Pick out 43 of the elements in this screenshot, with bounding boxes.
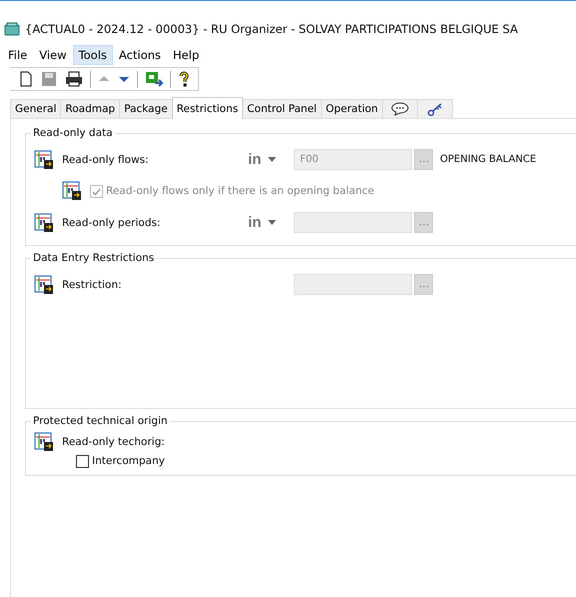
menu-item[interactable]: File [2, 45, 34, 65]
tab[interactable]: Roadmap [60, 99, 120, 118]
field-label: Restriction: [62, 278, 123, 290]
question-mark-icon [178, 71, 190, 87]
tab[interactable]: Restrictions [172, 97, 244, 119]
tab[interactable]: Control Panel [242, 99, 322, 118]
group-title: Protected technical origin [32, 415, 169, 427]
menu-item[interactable]: View [33, 45, 73, 65]
operator-dropdown[interactable]: in [248, 151, 276, 168]
key-tab[interactable] [416, 99, 453, 118]
operator-dropdown[interactable]: in [248, 214, 276, 231]
field-description: OPENING BALANCE [440, 154, 536, 165]
field-label: Read-only flows: [62, 154, 150, 166]
up-arrow-icon [98, 74, 110, 84]
down-arrow-icon [118, 74, 130, 84]
folder-icon [4, 22, 20, 36]
checkbox-label: Read-only flows only if there is an opening balance [106, 185, 374, 197]
page-icon [19, 71, 33, 87]
speech-bubble-tab[interactable] [382, 99, 418, 118]
group-title: Read-only data [32, 127, 114, 139]
checkbox-label: Intercompany [92, 455, 165, 467]
field-label: Read-only techorig: [62, 436, 165, 448]
key-icon [426, 102, 443, 116]
caret-icon [268, 220, 276, 225]
ellipsis-icon [418, 223, 428, 226]
ellipsis-icon [418, 285, 428, 288]
tab[interactable]: Operation [320, 99, 383, 118]
input-field[interactable] [294, 212, 412, 233]
ellipsis-icon [418, 160, 428, 163]
menu-item[interactable]: Tools [72, 45, 113, 65]
menu-item[interactable]: Help [166, 45, 206, 65]
caret-icon [268, 157, 276, 162]
menu-item[interactable]: Actions [112, 45, 167, 65]
printer-icon [65, 71, 83, 87]
checkbox[interactable] [76, 454, 89, 468]
transfer-icon [145, 71, 163, 87]
window-title: {ACTUAL0 - 2024.12 - 00003} - RU Organizer - SOLVAY PARTICIPATIONS BELGIQUE SA [25, 22, 518, 36]
group-title: Data Entry Restrictions [32, 252, 156, 264]
field-label: Read-only periods: [62, 216, 162, 228]
input-field[interactable] [294, 274, 412, 295]
tab[interactable]: Package [119, 99, 173, 118]
tab[interactable]: General [10, 99, 62, 118]
speech-bubble-icon [390, 102, 409, 116]
